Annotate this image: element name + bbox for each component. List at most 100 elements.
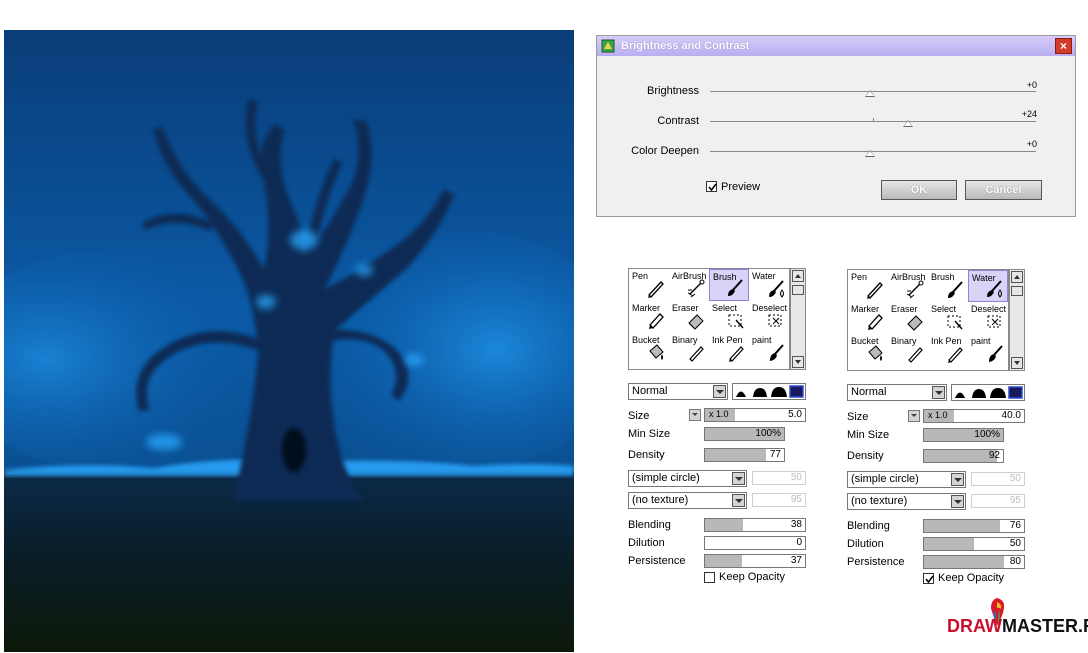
tool-bucket[interactable]: Bucket — [629, 333, 669, 365]
brightness-value: +0 — [1026, 80, 1037, 90]
logo-text-master: MASTER.RU — [1002, 616, 1088, 636]
tool-ink-pen[interactable]: Ink Pen — [928, 334, 968, 366]
persistence-fill — [924, 556, 1004, 568]
tool-select[interactable]: Select — [928, 302, 968, 334]
scroll-up-arrow-icon[interactable] — [1011, 271, 1023, 283]
color-deepen-value: +0 — [1026, 139, 1037, 149]
chevron-down-icon — [713, 385, 726, 398]
persistence-value: 37 — [790, 555, 802, 566]
density-slider[interactable]: 77 — [704, 448, 785, 462]
density-fill — [705, 449, 766, 461]
tool-marker[interactable]: Marker — [629, 301, 669, 333]
blend-mode-select[interactable]: Normal — [847, 384, 947, 401]
dilution-slider[interactable]: 0 — [704, 536, 806, 550]
keep-opacity-checkbox[interactable] — [704, 572, 715, 583]
blending-value: 76 — [1009, 520, 1021, 531]
tool-binary[interactable]: Binary — [888, 334, 928, 366]
contrast-center-tick — [873, 118, 874, 122]
ink-pen-icon — [948, 347, 963, 363]
density-slider[interactable]: 92 — [923, 449, 1004, 463]
brightness-slider-thumb[interactable] — [865, 90, 875, 97]
eraser-icon — [688, 314, 704, 330]
tool-brush[interactable]: Brush — [928, 270, 968, 302]
persistence-slider[interactable]: 80 — [923, 555, 1025, 569]
tool-water[interactable]: Water — [749, 269, 789, 301]
size-value: 40.0 — [1001, 410, 1021, 421]
bucket-icon — [649, 344, 664, 360]
dilution-value: 0 — [796, 537, 802, 548]
size-dropdown-chevron-icon[interactable] — [689, 409, 701, 421]
brush-shape-select[interactable]: (simple circle) — [628, 470, 747, 487]
dialog-title-bar[interactable]: Brightness and Contrast × — [597, 36, 1075, 56]
brush-icon — [728, 279, 743, 296]
app-icon — [601, 39, 615, 53]
tool-water[interactable]: Water — [968, 270, 1008, 302]
min-size-slider[interactable]: 100% — [923, 428, 1004, 442]
tool-eraser[interactable]: Eraser — [888, 302, 928, 334]
brush-texture-select[interactable]: (no texture) — [628, 492, 747, 509]
size-slider[interactable]: x 1.0 5.0 — [704, 408, 806, 422]
color-deepen-slider-thumb[interactable] — [865, 150, 875, 157]
dilution-fill — [924, 538, 974, 550]
persistence-slider[interactable]: 37 — [704, 554, 806, 568]
tool-deselect[interactable]: Deselect — [749, 301, 789, 333]
brush-texture-value: (no texture) — [632, 494, 689, 506]
min-size-label: Min Size — [628, 428, 671, 440]
tool-pen[interactable]: Pen — [629, 269, 669, 301]
tool-pen[interactable]: Pen — [848, 270, 888, 302]
tool-ink-pen[interactable]: Ink Pen — [709, 333, 749, 365]
blend-mode-select[interactable]: Normal — [628, 383, 728, 400]
brush-shape-strength: 50 — [971, 472, 1025, 486]
tool-marker[interactable]: Marker — [848, 302, 888, 334]
keep-opacity-checkbox[interactable] — [923, 573, 934, 584]
tool-paint[interactable]: paint — [968, 334, 1008, 366]
tool-select[interactable]: Select — [709, 301, 749, 333]
tool-brush[interactable]: Brush — [709, 269, 749, 301]
binary-icon — [908, 347, 923, 363]
water-icon — [987, 280, 1002, 298]
contrast-slider-thumb[interactable] — [903, 120, 913, 127]
tool-grid-scrollbar[interactable] — [790, 268, 806, 370]
tool-paint[interactable]: paint — [749, 333, 789, 365]
brush-texture-select[interactable]: (no texture) — [847, 493, 966, 510]
blending-slider[interactable]: 76 — [923, 519, 1025, 533]
logo-text-draw: DRAW — [947, 616, 1002, 636]
persistence-label: Persistence — [628, 555, 686, 567]
cancel-button[interactable]: Cancel — [965, 180, 1042, 200]
size-slider[interactable]: x 1.0 40.0 — [923, 409, 1025, 423]
tool-binary[interactable]: Binary — [669, 333, 709, 365]
scroll-down-arrow-icon[interactable] — [792, 356, 804, 368]
brush-shape-strength-value: 50 — [1009, 473, 1021, 484]
tree-painting-image — [4, 30, 574, 652]
blending-label: Blending — [628, 519, 671, 531]
preview-checkbox[interactable] — [706, 181, 717, 192]
close-button[interactable]: × — [1055, 38, 1072, 54]
min-size-slider[interactable]: 100% — [704, 427, 785, 441]
brush-shape-select[interactable]: (simple circle) — [847, 471, 966, 488]
preview-label: Preview — [721, 181, 761, 193]
tool-airbrush[interactable]: AirBrush — [888, 270, 928, 302]
tool-airbrush[interactable]: AirBrush — [669, 269, 709, 301]
scroll-thumb[interactable] — [1011, 286, 1023, 296]
brush-edge-selector[interactable] — [951, 384, 1025, 401]
scroll-thumb[interactable] — [792, 285, 804, 295]
brush-tool-panel: Pen AirBrush Brush Water Marker Eraser Select D… — [628, 268, 810, 594]
scroll-down-arrow-icon[interactable] — [1011, 357, 1023, 369]
size-dropdown-chevron-icon[interactable] — [908, 410, 920, 422]
chevron-down-icon — [732, 494, 745, 507]
dilution-slider[interactable]: 50 — [923, 537, 1025, 551]
tool-eraser[interactable]: Eraser — [669, 301, 709, 333]
canvas-painting — [4, 30, 574, 652]
brush-shape-strength: 50 — [752, 471, 806, 485]
tool-grid-scrollbar[interactable] — [1009, 269, 1025, 371]
tool-bucket[interactable]: Bucket — [848, 334, 888, 366]
water-icon — [769, 280, 784, 298]
chevron-down-icon — [951, 495, 964, 508]
min-size-value: 100% — [974, 429, 1000, 440]
tool-deselect[interactable]: Deselect — [968, 302, 1008, 334]
ok-button[interactable]: OK — [881, 180, 957, 200]
brush-edge-selector[interactable] — [732, 383, 806, 400]
scroll-up-arrow-icon[interactable] — [792, 270, 804, 282]
chevron-down-icon — [932, 386, 945, 399]
blending-slider[interactable]: 38 — [704, 518, 806, 532]
